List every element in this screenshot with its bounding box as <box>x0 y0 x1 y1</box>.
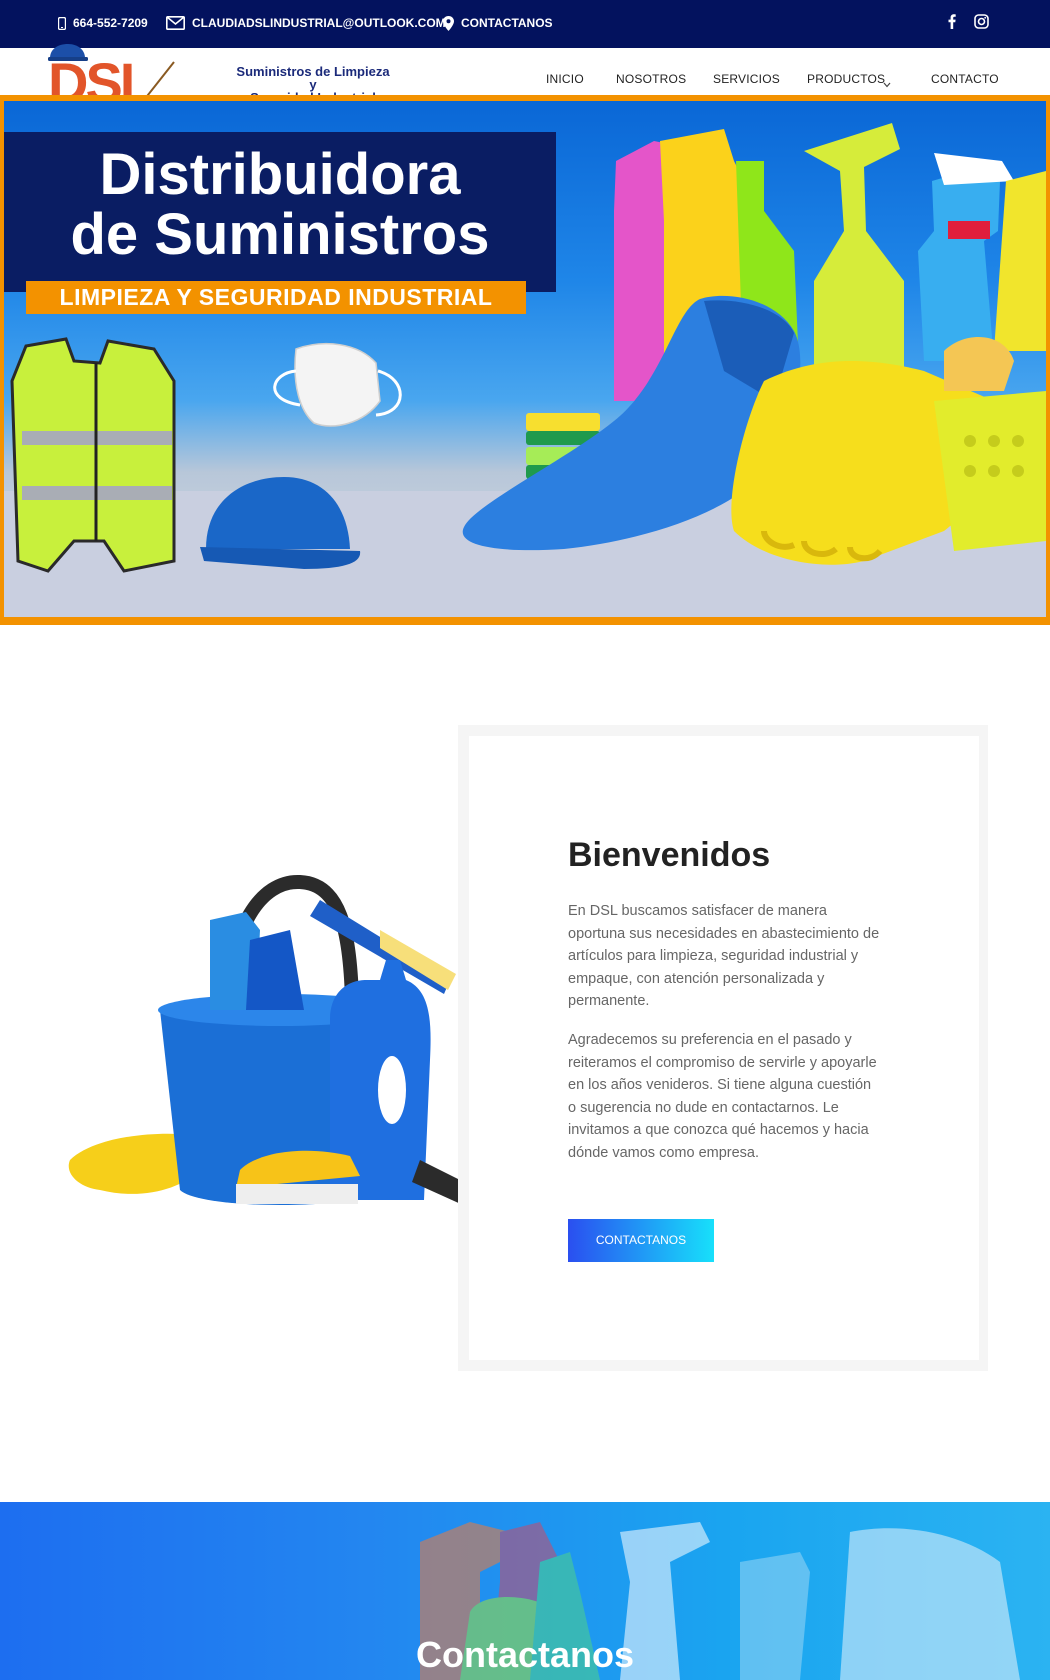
hero-image: Distribuidora de Suministros LIMPIEZA Y … <box>4 101 1046 617</box>
face-mask-icon <box>273 343 402 427</box>
email-link[interactable]: CLAUDIADSLINDUSTRIAL@OUTLOOK.COM <box>166 15 446 31</box>
contactanos-button[interactable]: CONTACTANOS <box>568 1219 714 1262</box>
top-bar: 664-552-7209 CLAUDIADSLINDUSTRIAL@OUTLOO… <box>0 0 1050 48</box>
site-header: DSL Suministros de Limpieza y Seguridad … <box>0 44 1050 108</box>
phone-icon <box>58 16 66 30</box>
nav-item-nosotros[interactable]: NOSOTROS <box>616 72 686 86</box>
hero-title: Distribuidora de Suministros <box>4 145 556 265</box>
cleaning-bucket-image <box>68 875 480 1210</box>
contact-label: CONTACTANOS <box>461 16 553 30</box>
hero-subtitle: LIMPIEZA Y SEGURIDAD INDUSTRIAL <box>26 281 526 314</box>
hero-banner: Distribuidora de Suministros LIMPIEZA Y … <box>0 95 1050 625</box>
contact-link[interactable]: CONTACTANOS <box>443 15 553 31</box>
nav-item-servicios[interactable]: SERVICIOS <box>713 72 780 86</box>
safety-vest-icon <box>10 337 176 573</box>
welcome-paragraph-2: Agradecemos su preferencia en el pasado … <box>568 1032 877 1161</box>
contact-banner: Contactanos <box>0 1502 1050 1680</box>
map-pin-icon <box>443 15 454 31</box>
basket-icon <box>934 337 1046 551</box>
email-address: CLAUDIADSLINDUSTRIAL@OUTLOOK.COM <box>192 16 446 30</box>
hard-hat-icon <box>200 477 361 569</box>
instagram-icon[interactable] <box>974 14 989 30</box>
envelope-icon <box>166 16 185 30</box>
hero-title-line-2: de Suministros <box>70 202 490 267</box>
nav-item-inicio[interactable]: INICIO <box>546 72 584 86</box>
phone-link[interactable]: 664-552-7209 <box>58 15 148 31</box>
logo-line-1: Suministros de Limpieza y <box>236 64 390 92</box>
welcome-title: Bienvenidos <box>568 836 771 874</box>
banner-title: Contactanos <box>415 1634 635 1675</box>
nav-item-productos[interactable]: PRODUCTOS <box>807 72 885 86</box>
phone-number: 664-552-7209 <box>73 16 148 30</box>
nav-item-contacto[interactable]: CONTACTO <box>931 72 999 86</box>
welcome-paragraph-1: En DSL buscamos satisfacer de manera opo… <box>568 903 880 1009</box>
facebook-icon[interactable] <box>948 14 956 30</box>
chevron-down-icon[interactable] <box>883 75 891 93</box>
hero-title-line-1: Distribuidora <box>99 142 461 207</box>
